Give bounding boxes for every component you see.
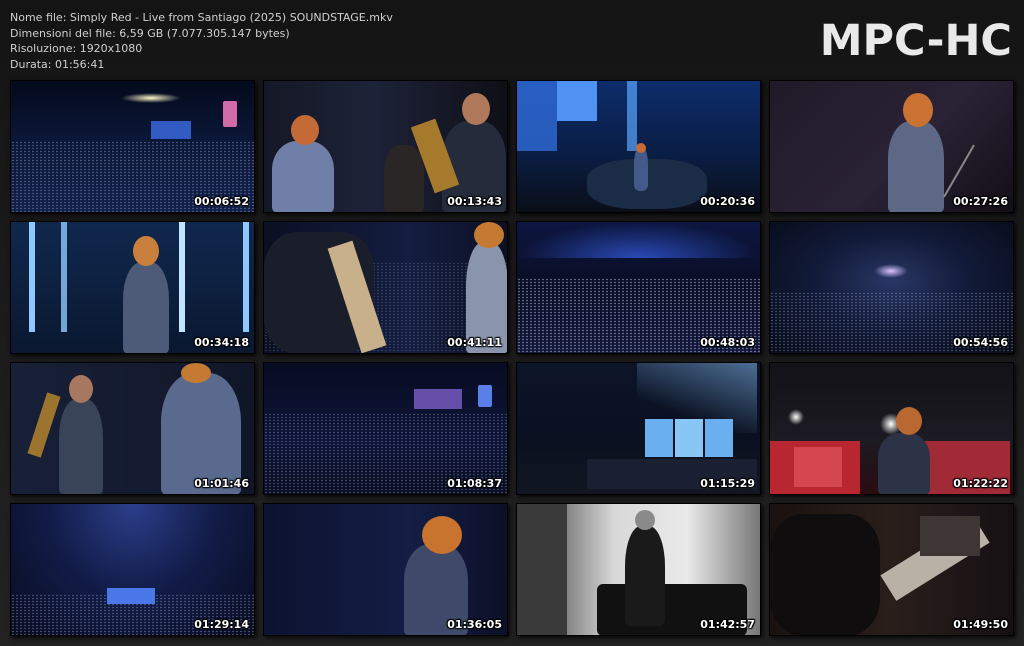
thumbnail-9[interactable]: 01:01:46 — [10, 362, 255, 495]
timestamp: 01:29:14 — [194, 618, 249, 631]
thumbnail-13[interactable]: 01:29:14 — [10, 503, 255, 636]
thumbnail-15[interactable]: 01:42:57 — [516, 503, 761, 636]
thumbnail-16[interactable]: 01:49:50 — [769, 503, 1014, 636]
timestamp: 00:54:56 — [953, 336, 1008, 349]
thumbnail-1[interactable]: 00:06:52 — [10, 80, 255, 213]
thumbnail-10[interactable]: 01:08:37 — [263, 362, 508, 495]
timestamp: 00:27:26 — [953, 195, 1008, 208]
timestamp: 01:22:22 — [953, 477, 1008, 490]
thumbnail-14[interactable]: 01:36:05 — [263, 503, 508, 636]
timestamp: 00:13:43 — [447, 195, 502, 208]
timestamp: 01:42:57 — [700, 618, 755, 631]
timestamp: 00:20:36 — [700, 195, 755, 208]
thumbnail-11[interactable]: 01:15:29 — [516, 362, 761, 495]
thumbnail-7[interactable]: 00:48:03 — [516, 221, 761, 354]
thumbnail-2[interactable]: 00:13:43 — [263, 80, 508, 213]
thumbnail-4[interactable]: 00:27:26 — [769, 80, 1014, 213]
thumbnail-grid: 00:06:52 00:13:43 00:20:36 00:27:26 00:3… — [0, 0, 1024, 646]
timestamp: 00:41:11 — [447, 336, 502, 349]
thumbnail-6[interactable]: 00:41:11 — [263, 221, 508, 354]
timestamp: 01:49:50 — [953, 618, 1008, 631]
thumbnail-5[interactable]: 00:34:18 — [10, 221, 255, 354]
timestamp: 01:08:37 — [447, 477, 502, 490]
thumbnail-8[interactable]: 00:54:56 — [769, 221, 1014, 354]
timestamp: 01:36:05 — [447, 618, 502, 631]
thumbnail-3[interactable]: 00:20:36 — [516, 80, 761, 213]
timestamp: 00:34:18 — [194, 336, 249, 349]
timestamp: 01:01:46 — [194, 477, 249, 490]
timestamp: 01:15:29 — [700, 477, 755, 490]
timestamp: 00:06:52 — [194, 195, 249, 208]
thumbnail-12[interactable]: 01:22:22 — [769, 362, 1014, 495]
timestamp: 00:48:03 — [700, 336, 755, 349]
